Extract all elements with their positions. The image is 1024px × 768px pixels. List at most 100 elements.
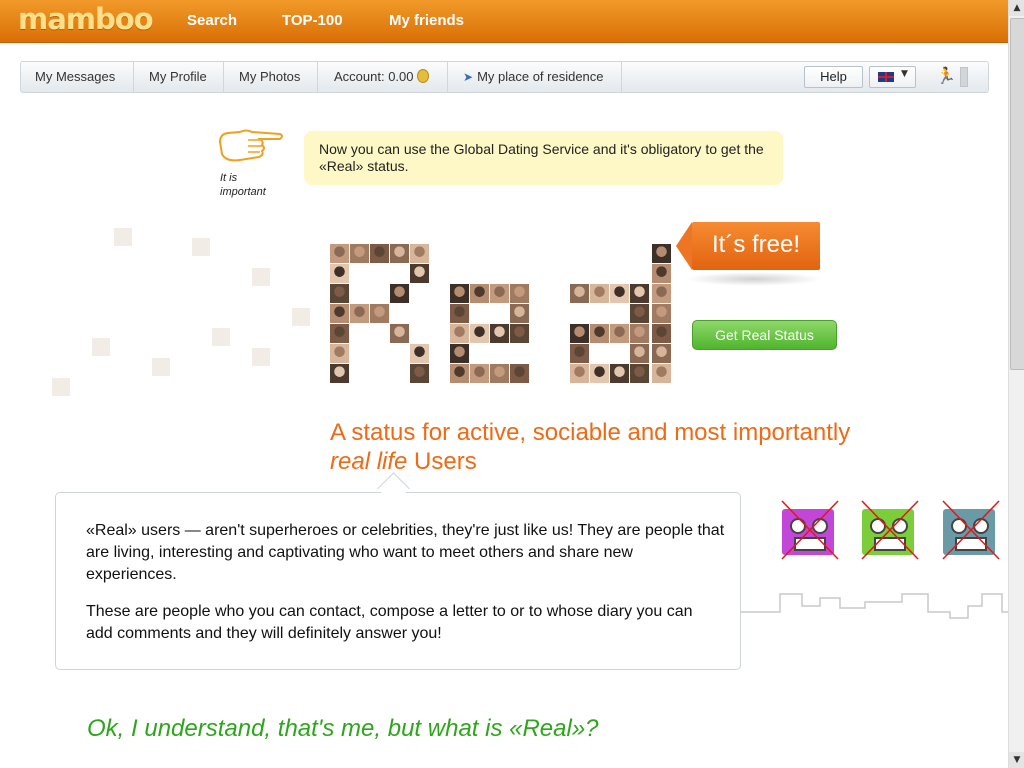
logo[interactable]: mamboo [18,2,154,36]
collage-photo [510,364,529,383]
collage-photo [330,304,349,323]
collage-photo [390,284,409,303]
collage-photo [450,304,469,323]
collage-photo [330,284,349,303]
chevron-down-icon: ▼ [901,69,908,79]
coin-icon [416,69,429,83]
collage-photo [510,304,529,323]
vertical-scrollbar[interactable]: ▲ ▼ [1008,0,1024,768]
account-link[interactable]: Account: 0.00 [334,62,429,92]
headline-rest: Users [407,448,477,475]
nav-top-100[interactable]: TOP-100 [282,12,343,29]
nav-my-friends[interactable]: My friends [389,12,464,29]
free-text: It´s free! [711,231,801,258]
robot-icon-gray [942,500,1000,560]
scroll-thumb[interactable] [1010,18,1024,370]
collage-photo [370,244,389,263]
collage-photo [652,244,671,263]
my-photos-link[interactable]: My Photos [239,62,300,92]
collage-photo [390,324,409,343]
collage-photo [370,304,389,323]
my-messages-link[interactable]: My Messages [35,62,115,92]
collage-photo [652,284,671,303]
collage-photo [470,284,489,303]
robot-icon-green [861,500,919,560]
collage-photo [350,304,369,323]
collage-photo [590,324,609,343]
collage-photo [390,244,409,263]
collage-photo [410,244,429,263]
collage-photo [570,284,589,303]
collage-photo [330,264,349,283]
what-is-real-link[interactable]: Ok, I understand, that's me, but what is… [87,715,599,743]
my-profile-link[interactable]: My Profile [149,62,207,92]
collage-photo [590,284,609,303]
faded-photo [192,238,210,256]
account-toolbar: My Messages My Profile My Photos Account… [20,61,989,93]
collage-photo [570,344,589,363]
faded-photo [252,348,270,366]
collage-photo [490,364,509,383]
collage-photo [630,284,649,303]
robot-icon-purple [781,500,839,560]
collage-photo [470,324,489,343]
collage-photo [570,364,589,383]
divider [223,62,224,92]
collage-photo [610,284,629,303]
account-label: Account: 0.00 [334,69,414,84]
collage-photo [450,364,469,383]
collage-photo [630,324,649,343]
residence-label: My place of residence [477,69,604,84]
collage-photo [410,264,429,283]
collage-photo [610,364,629,383]
scroll-down-arrow-icon[interactable]: ▼ [1009,752,1024,768]
headline-emphasis: real life [330,448,408,475]
runner-icon[interactable]: 🏃 [936,66,956,85]
collage-photo [630,304,649,323]
collage-photo [652,304,671,323]
faded-photo [252,268,270,286]
collage-photo [350,244,369,263]
get-real-status-button[interactable]: Get Real Status [692,320,837,350]
info-paragraph-1: «Real» users — aren't superheroes or cel… [86,522,725,583]
collage-photo [490,284,509,303]
collage-photo [330,244,349,263]
location-arrow-icon: ➤ [463,70,474,84]
status-bar-indicator [960,67,968,87]
uk-flag-icon [878,72,894,82]
collage-photo [410,344,429,363]
faded-photo [114,228,132,246]
headline-line1: A status for active, sociable and most i… [330,419,851,446]
help-button[interactable]: Help [804,66,863,88]
collage-photo [510,284,529,303]
collage-photo [630,364,649,383]
faded-photo [92,338,110,356]
language-selector[interactable]: ▼ [869,66,916,88]
collage-photo [652,264,671,283]
faded-photo [52,378,70,396]
nav-search[interactable]: Search [187,12,237,29]
city-skyline-decoration [740,593,1008,619]
divider [447,62,448,92]
notice-banner: Now you can use the Global Dating Servic… [304,131,783,185]
divider [317,62,318,92]
collage-photo [450,344,469,363]
collage-photo [330,324,349,343]
collage-photo [570,324,589,343]
collage-photo [630,344,649,363]
collage-photo [490,324,509,343]
notice-text: Now you can use the Global Dating Servic… [319,141,764,174]
badge-shadow [686,272,822,286]
collage-photo [610,324,629,343]
residence-link[interactable]: ➤ My place of residence [463,62,604,92]
collage-photo [470,364,489,383]
collage-photo [652,324,671,343]
collage-photo [590,364,609,383]
divider [621,62,622,92]
free-badge: It´s free! [676,222,820,270]
top-navigation-bar: mamboo Search TOP-100 My friends [0,0,1008,43]
info-paragraph-2: These are people who you can contact, co… [86,603,693,642]
collage-photo [510,324,529,343]
scroll-up-arrow-icon[interactable]: ▲ [1009,0,1024,16]
collage-photo [410,364,429,383]
